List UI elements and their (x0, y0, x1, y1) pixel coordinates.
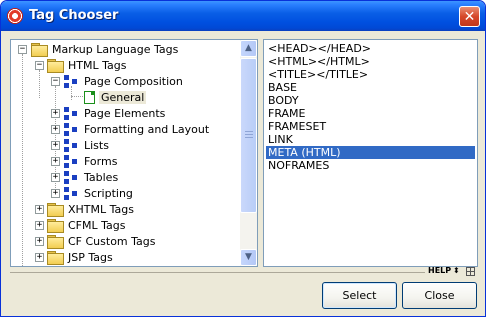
tree-item-label: General (99, 90, 147, 104)
tree-item-label: Markup Language Tags (52, 42, 179, 56)
tree-item-page-composition[interactable]: Page Composition (64, 73, 185, 89)
tree-guide-line (71, 96, 83, 97)
tree-item-cf-custom-tags[interactable]: CF Custom Tags (47, 233, 158, 249)
tree-item-cfml-tags[interactable]: CFML Tags (47, 217, 127, 233)
tag-group-icon (64, 138, 78, 152)
tree-item-lists[interactable]: Lists (64, 137, 111, 153)
list-item[interactable]: <HEAD></HEAD> (266, 42, 373, 55)
tree-item-label: Forms (84, 154, 118, 168)
help-label[interactable]: HELP (428, 266, 451, 275)
tag-group-icon (64, 170, 78, 184)
folder-icon (47, 58, 64, 73)
scroll-thumb[interactable] (240, 58, 257, 213)
help-toggle-icon[interactable]: ⬍ (453, 266, 460, 275)
tree-item-markup-language-tags[interactable]: Markup Language Tags (31, 41, 180, 57)
tree-item-general[interactable]: General (84, 89, 147, 105)
list-item[interactable]: <TITLE></TITLE> (266, 68, 370, 81)
list-item[interactable]: BODY (266, 94, 301, 107)
folder-icon (47, 218, 64, 233)
expand-toggle-icon[interactable]: + (51, 109, 60, 118)
expand-toggle-icon[interactable]: + (35, 221, 44, 230)
list-item-selected[interactable]: META (HTML) (266, 146, 475, 159)
tree-item-formatting-and-layout[interactable]: Formatting and Layout (64, 121, 211, 137)
tree-item-label: JSP Tags (68, 250, 113, 264)
tree-item-label: CF Custom Tags (68, 234, 156, 248)
tag-group-icon (64, 106, 78, 120)
tree-item-label: Lists (84, 138, 109, 152)
close-button[interactable]: Close (402, 282, 477, 309)
tree-item-label: Formatting and Layout (84, 122, 210, 136)
divider (10, 272, 425, 273)
tree-item-label: Page Elements (84, 106, 166, 120)
expand-toggle-icon[interactable]: + (51, 157, 60, 166)
collapse-toggle-icon[interactable]: − (35, 61, 44, 70)
tree-item-jsp-tags[interactable]: JSP Tags (47, 249, 115, 265)
collapse-toggle-icon[interactable]: − (51, 77, 60, 86)
close-window-button[interactable]: ✕ (459, 6, 480, 27)
tag-group-icon (64, 74, 78, 88)
list-item[interactable]: FRAMESET (266, 120, 328, 133)
folder-icon (47, 250, 64, 265)
folder-icon (47, 202, 64, 217)
document-icon (84, 90, 95, 104)
expand-toggle-icon[interactable]: + (35, 237, 44, 246)
expand-toggle-icon[interactable]: + (51, 189, 60, 198)
tag-chooser-dialog: Tag Chooser ✕ − Markup Language Tags − H… (0, 0, 486, 317)
scroll-down-button[interactable]: ▼ (240, 249, 257, 266)
collapse-toggle-icon[interactable]: − (18, 45, 27, 54)
tree-item-label: CFML Tags (68, 218, 126, 232)
select-button[interactable]: Select (322, 282, 397, 309)
window-title: Tag Chooser (29, 8, 119, 23)
expand-toggle-icon[interactable]: + (51, 125, 60, 134)
tree-guide-line (39, 70, 40, 98)
expand-toggle-icon[interactable]: + (51, 173, 60, 182)
grip-icon (245, 131, 253, 140)
tree-item-label: Tables (84, 170, 119, 184)
help-grid-icon[interactable] (466, 267, 475, 276)
tag-group-icon (64, 154, 78, 168)
list-item[interactable]: BASE (266, 81, 299, 94)
expand-toggle-icon[interactable]: + (35, 253, 44, 262)
tree-item-xhtml-tags[interactable]: XHTML Tags (47, 201, 136, 217)
tree-item-page-elements[interactable]: Page Elements (64, 105, 167, 121)
tree-item-tables[interactable]: Tables (64, 169, 120, 185)
tag-group-icon (64, 122, 78, 136)
help-bar: HELP ⬍ (10, 266, 478, 277)
tree-item-label: Page Composition (84, 74, 183, 88)
folder-icon (31, 42, 48, 57)
tree-item-label: HTML Tags (68, 58, 127, 72)
tree-item-label: Scripting (84, 186, 133, 200)
app-icon (7, 8, 23, 24)
tree-item-html-tags[interactable]: HTML Tags (47, 57, 128, 73)
list-item[interactable]: <HTML></HTML> (266, 55, 372, 68)
tag-category-tree: − Markup Language Tags − HTML Tags − Pag… (10, 39, 258, 267)
scroll-up-button[interactable]: ▲ (240, 40, 257, 57)
tree-guide-line (22, 54, 23, 266)
tag-list: <HEAD></HEAD> <HTML></HTML> <TITLE></TIT… (263, 39, 478, 267)
title-bar[interactable]: Tag Chooser ✕ (1, 1, 485, 31)
list-item[interactable]: NOFRAMES (266, 159, 331, 172)
list-item[interactable]: FRAME (266, 107, 308, 120)
tree-item-scripting[interactable]: Scripting (64, 185, 135, 201)
expand-toggle-icon[interactable]: + (35, 205, 44, 214)
tag-group-icon (64, 186, 78, 200)
expand-toggle-icon[interactable]: + (51, 141, 60, 150)
tree-item-label: XHTML Tags (68, 202, 134, 216)
tree-scrollbar[interactable]: ▲ ▼ (240, 40, 257, 266)
folder-icon (47, 234, 64, 249)
list-item[interactable]: LINK (266, 133, 295, 146)
tree-item-forms[interactable]: Forms (64, 153, 119, 169)
